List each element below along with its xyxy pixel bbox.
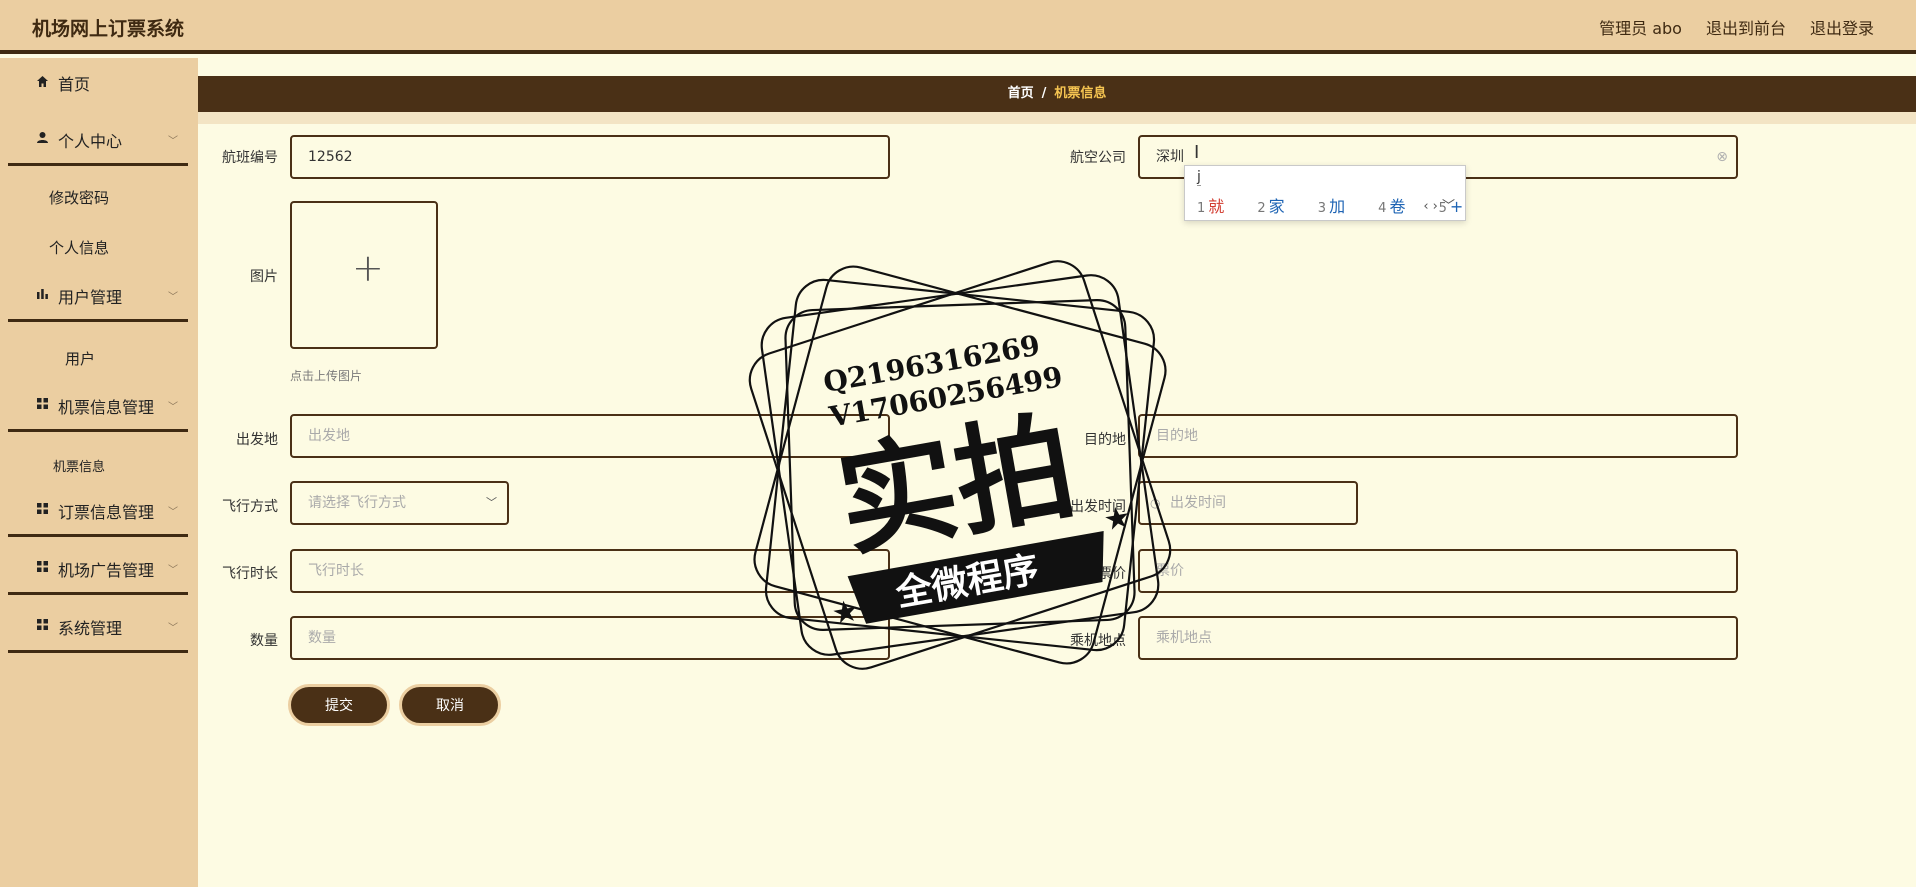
sidebar-subitem-change-password[interactable]: 修改密码 — [0, 187, 198, 208]
chevron-down-icon: ﹀ — [168, 292, 178, 303]
chevron-down-icon: ﹀ — [168, 623, 178, 634]
user-icon — [32, 131, 52, 148]
breadcrumb-separator: / — [1041, 86, 1047, 101]
exit-to-frontend-link[interactable]: 退出到前台 — [1706, 15, 1786, 39]
sidebar-item-label: 机场广告管理 — [58, 560, 155, 580]
breadcrumb-shadow — [198, 112, 1916, 124]
grid-icon — [32, 397, 52, 414]
price-label: 票价 — [1098, 566, 1126, 582]
watermark-line1: Q2196316269 — [821, 329, 1043, 400]
destination-label: 目的地 — [1084, 432, 1126, 448]
flight-mode-select[interactable]: 请选择飞行方式 ﹀ — [290, 481, 509, 525]
flight-mode-placeholder: 请选择飞行方式 — [308, 495, 406, 511]
sidebar: 首页 个人中心 ﹀ 修改密码 个人信息 用户管理 ﹀ 用户 机票信息管理 ﹀ 机… — [0, 58, 198, 887]
sidebar-item-home[interactable]: 首页 — [8, 58, 188, 108]
grid-icon — [32, 502, 52, 519]
airline-label: 航空公司 — [1070, 150, 1126, 166]
ime-candidate-popup: j 1就 2家 3加 4卷 5 + ‹ › ﹀ — [1184, 165, 1466, 221]
breadcrumb: 首页 / 机票信息 — [198, 76, 1916, 112]
sidebar-item-ad-management[interactable]: 机场广告管理 ﹀ — [8, 545, 188, 595]
chevron-down-icon: ﹀ — [168, 136, 178, 147]
chevron-down-icon: ﹀ — [168, 565, 178, 576]
ime-candidate[interactable]: 4卷 — [1378, 197, 1419, 216]
sidebar-subitem-ticket-info[interactable]: 机票信息 — [0, 456, 198, 475]
plus-icon: + — [352, 246, 384, 290]
quantity-input[interactable]: 数量 — [290, 616, 890, 660]
depart-time-placeholder: 出发时间 — [1170, 495, 1226, 511]
clock-icon: ◷ — [1150, 496, 1161, 510]
flight-no-input[interactable]: 12562 — [290, 135, 890, 179]
duration-label: 飞行时长 — [222, 566, 278, 582]
upload-hint: 点击上传图片 — [290, 369, 363, 383]
ime-candidate[interactable]: 1就 — [1197, 197, 1238, 216]
watermark-banner: 全微程序 — [892, 548, 1042, 615]
boarding-location-input[interactable]: 乘机地点 — [1138, 616, 1738, 660]
header-actions: 管理员 abo 退出到前台 退出登录 — [1599, 15, 1874, 39]
sidebar-item-system-management[interactable]: 系统管理 ﹀ — [8, 603, 188, 653]
sidebar-item-label: 用户管理 — [58, 287, 123, 307]
breadcrumb-home[interactable]: 首页 — [1008, 86, 1034, 101]
boarding-location-label: 乘机地点 — [1070, 633, 1126, 649]
sidebar-item-user-management[interactable]: 用户管理 ﹀ — [8, 272, 188, 322]
sidebar-item-order-management[interactable]: 订票信息管理 ﹀ — [8, 487, 188, 537]
chevron-down-icon: ﹀ — [168, 402, 178, 413]
cancel-button[interactable]: 取消 — [399, 684, 501, 726]
watermark-stamp: Q2196316269 V17060256499 实拍 全微程序 ★ ★ — [748, 260, 1172, 670]
ime-candidate[interactable]: 2家 — [1257, 197, 1298, 216]
quantity-label: 数量 — [250, 633, 278, 649]
origin-input[interactable]: 出发地 — [290, 414, 890, 458]
chevron-down-icon: ﹀ — [486, 496, 497, 509]
grid-icon — [32, 618, 52, 635]
breadcrumb-current: 机票信息 — [1054, 86, 1107, 101]
text-cursor-icon: I — [1194, 142, 1200, 163]
sidebar-item-label: 订票信息管理 — [58, 502, 155, 522]
destination-input[interactable]: 目的地 — [1138, 414, 1738, 458]
sidebar-item-label: 机票信息管理 — [58, 397, 155, 417]
grid-icon — [32, 560, 52, 577]
sidebar-subitem-user[interactable]: 用户 — [0, 348, 198, 369]
top-header: 机场网上订票系统 管理员 abo 退出到前台 退出登录 — [0, 0, 1916, 54]
depart-time-label: 出发时间 — [1070, 499, 1126, 515]
bar-chart-icon — [32, 287, 52, 304]
image-upload[interactable]: + — [290, 201, 438, 349]
logout-link[interactable]: 退出登录 — [1810, 15, 1874, 39]
flight-no-label: 航班编号 — [222, 150, 278, 166]
airline-input-value: 深圳 — [1156, 149, 1184, 165]
ime-composition: j — [1197, 169, 1201, 186]
sidebar-subitem-personal-info[interactable]: 个人信息 — [0, 237, 198, 258]
chevron-down-icon: ﹀ — [168, 507, 178, 518]
duration-input[interactable]: 飞行时长 — [290, 549, 890, 593]
ime-page-nav[interactable]: ‹ › ﹀ — [1423, 195, 1455, 214]
app-title: 机场网上订票系统 — [32, 18, 185, 40]
clear-icon[interactable]: ⊗ — [1716, 137, 1728, 177]
sidebar-item-ticket-management[interactable]: 机票信息管理 ﹀ — [8, 382, 188, 432]
flight-mode-label: 飞行方式 — [222, 499, 278, 515]
sidebar-item-label: 首页 — [58, 75, 91, 94]
sidebar-item-label: 个人中心 — [58, 131, 123, 151]
current-user: 管理员 abo — [1599, 19, 1682, 38]
sidebar-item-label: 系统管理 — [58, 618, 123, 638]
image-label: 图片 — [250, 269, 278, 285]
ime-candidate[interactable]: 3加 — [1318, 197, 1359, 216]
sidebar-item-personal-center[interactable]: 个人中心 ﹀ — [8, 116, 188, 166]
origin-label: 出发地 — [236, 432, 278, 448]
home-icon — [32, 75, 52, 92]
depart-time-picker[interactable]: ◷ 出发时间 — [1138, 481, 1358, 525]
submit-button[interactable]: 提交 — [288, 684, 390, 726]
price-input[interactable]: 票价 — [1138, 549, 1738, 593]
